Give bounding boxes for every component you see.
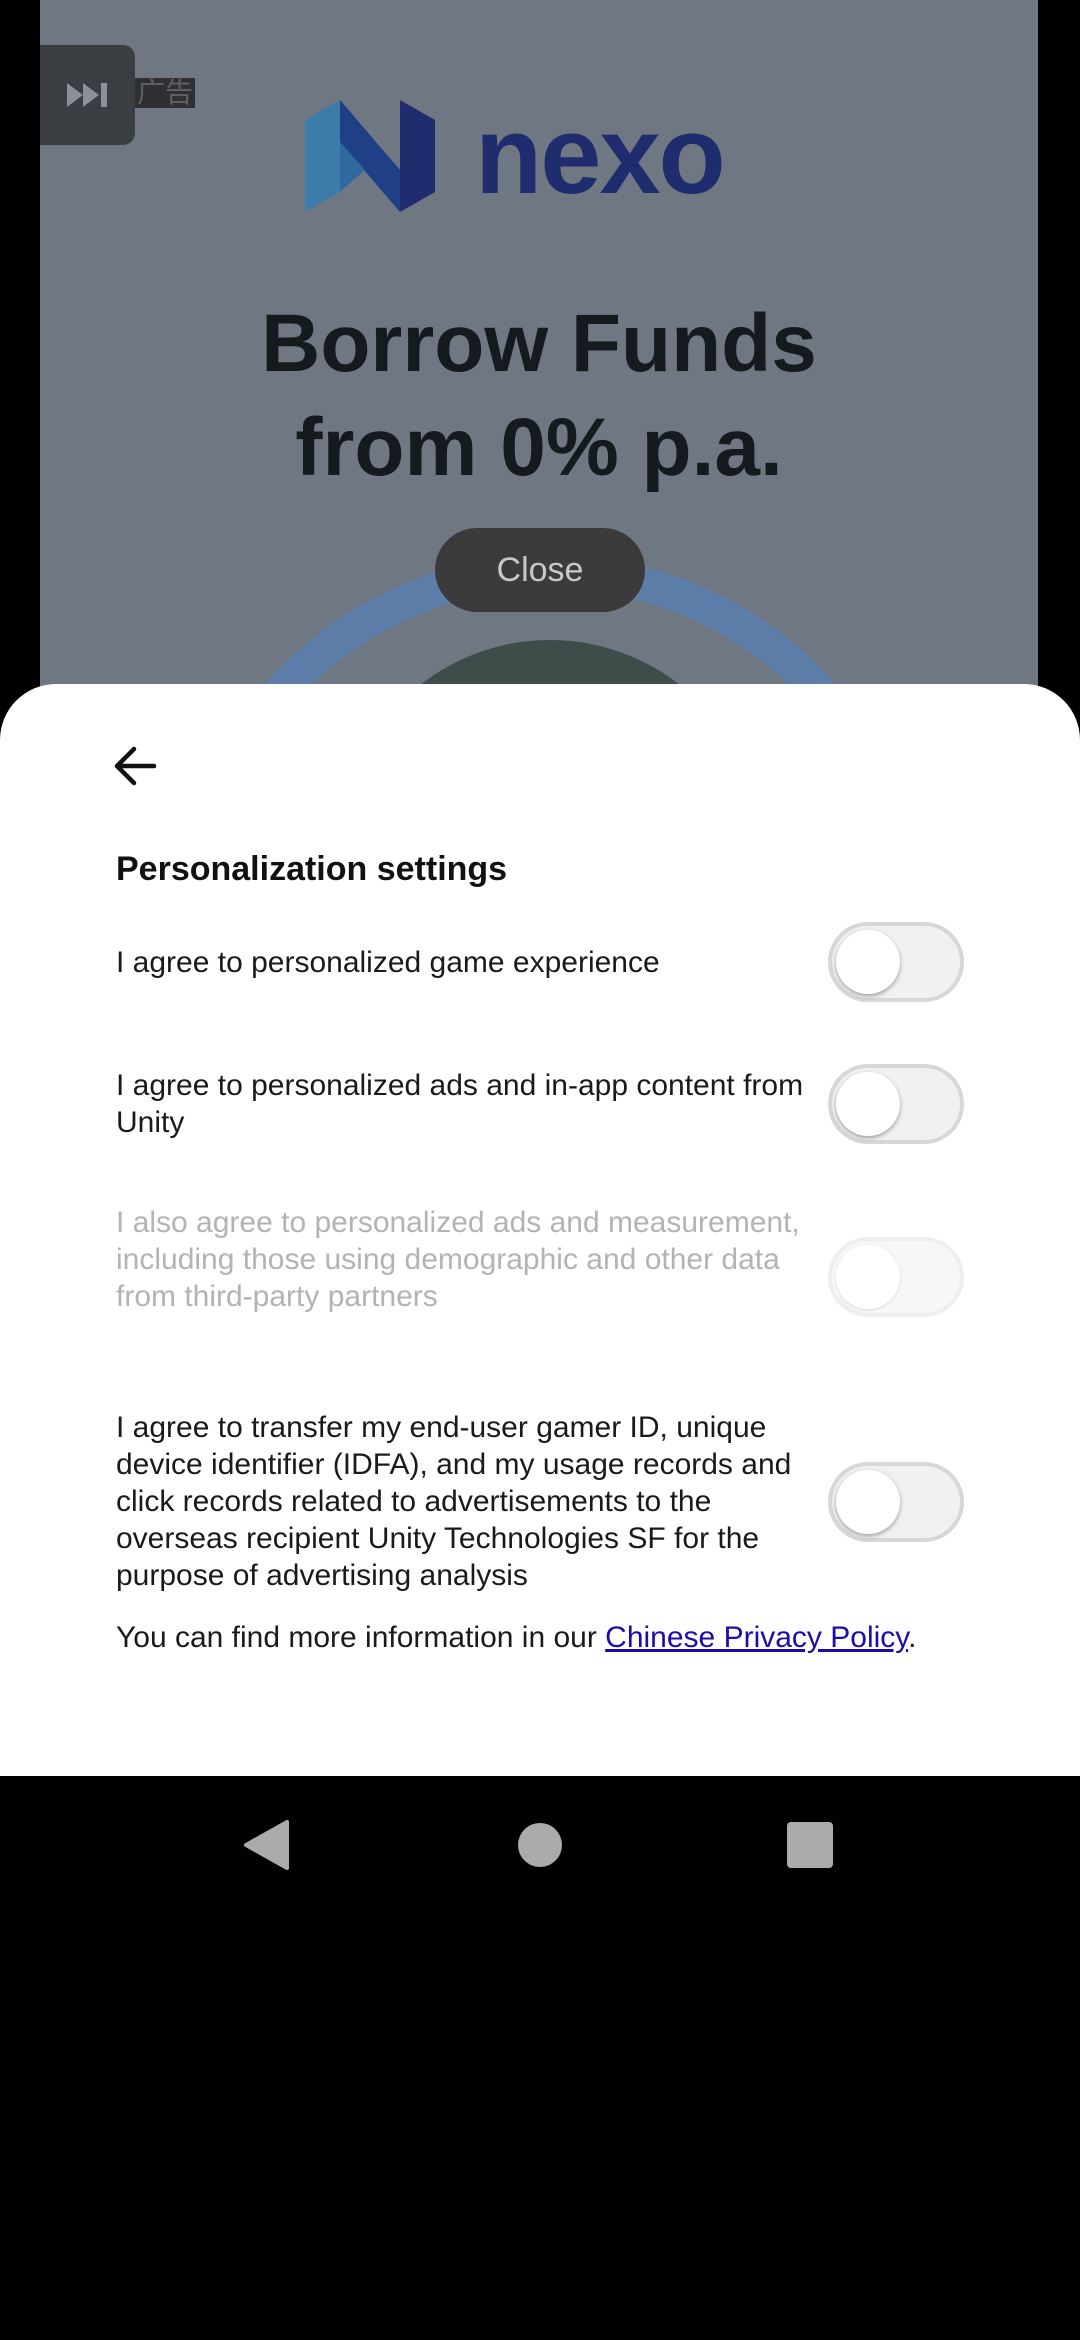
- back-arrow-icon[interactable]: [110, 741, 160, 791]
- toggle-knob: [836, 1470, 900, 1534]
- ad-label: 广告: [135, 77, 196, 108]
- ad-headline: Borrow Funds from 0% p.a.: [40, 292, 1038, 500]
- close-ad-button[interactable]: Close: [435, 528, 645, 612]
- toggle-knob: [836, 1245, 900, 1309]
- privacy-info-text: You can find more information in our: [116, 1621, 606, 1654]
- recents-square-icon[interactable]: [787, 1820, 833, 1870]
- fast-forward-icon: [66, 83, 107, 107]
- toggle-unity-ads[interactable]: [828, 1064, 964, 1144]
- consent-label-unity-ads: I agree to personalized ads and in-app c…: [116, 1069, 804, 1139]
- toggle-game-experience[interactable]: [828, 922, 964, 1002]
- ad-headline-line-1: Borrow Funds: [261, 298, 817, 389]
- back-triangle-icon[interactable]: [243, 1820, 289, 1870]
- toggle-third-party: [828, 1237, 964, 1317]
- system-navigation-bar: [0, 1776, 1080, 1916]
- personalization-sheet: Personalization settings I agree to pers…: [0, 684, 1080, 1776]
- privacy-info-suffix: .: [908, 1621, 917, 1654]
- privacy-policy-link[interactable]: Chinese Privacy Policy: [605, 1621, 908, 1654]
- page-title: Personalization settings: [116, 850, 508, 888]
- nexo-logo-icon: [305, 100, 435, 212]
- brand-name: nexo: [475, 94, 726, 217]
- consent-label-game-experience: I agree to personalized game experience: [116, 946, 660, 979]
- skip-ad-button[interactable]: [40, 45, 135, 145]
- privacy-info: You can find more information in our Chi…: [116, 1621, 916, 1655]
- consent-label-third-party: I also agree to personalized ads and mea…: [116, 1206, 800, 1313]
- consent-label-data-transfer: I agree to transfer my end-user gamer ID…: [116, 1411, 792, 1592]
- toggle-data-transfer[interactable]: [828, 1462, 964, 1542]
- toggle-knob: [836, 1072, 900, 1136]
- home-circle-icon[interactable]: [518, 1820, 562, 1870]
- nexo-logo: nexo: [305, 94, 726, 217]
- ad-headline-line-2: from 0% p.a.: [295, 402, 783, 493]
- toggle-knob: [836, 930, 900, 994]
